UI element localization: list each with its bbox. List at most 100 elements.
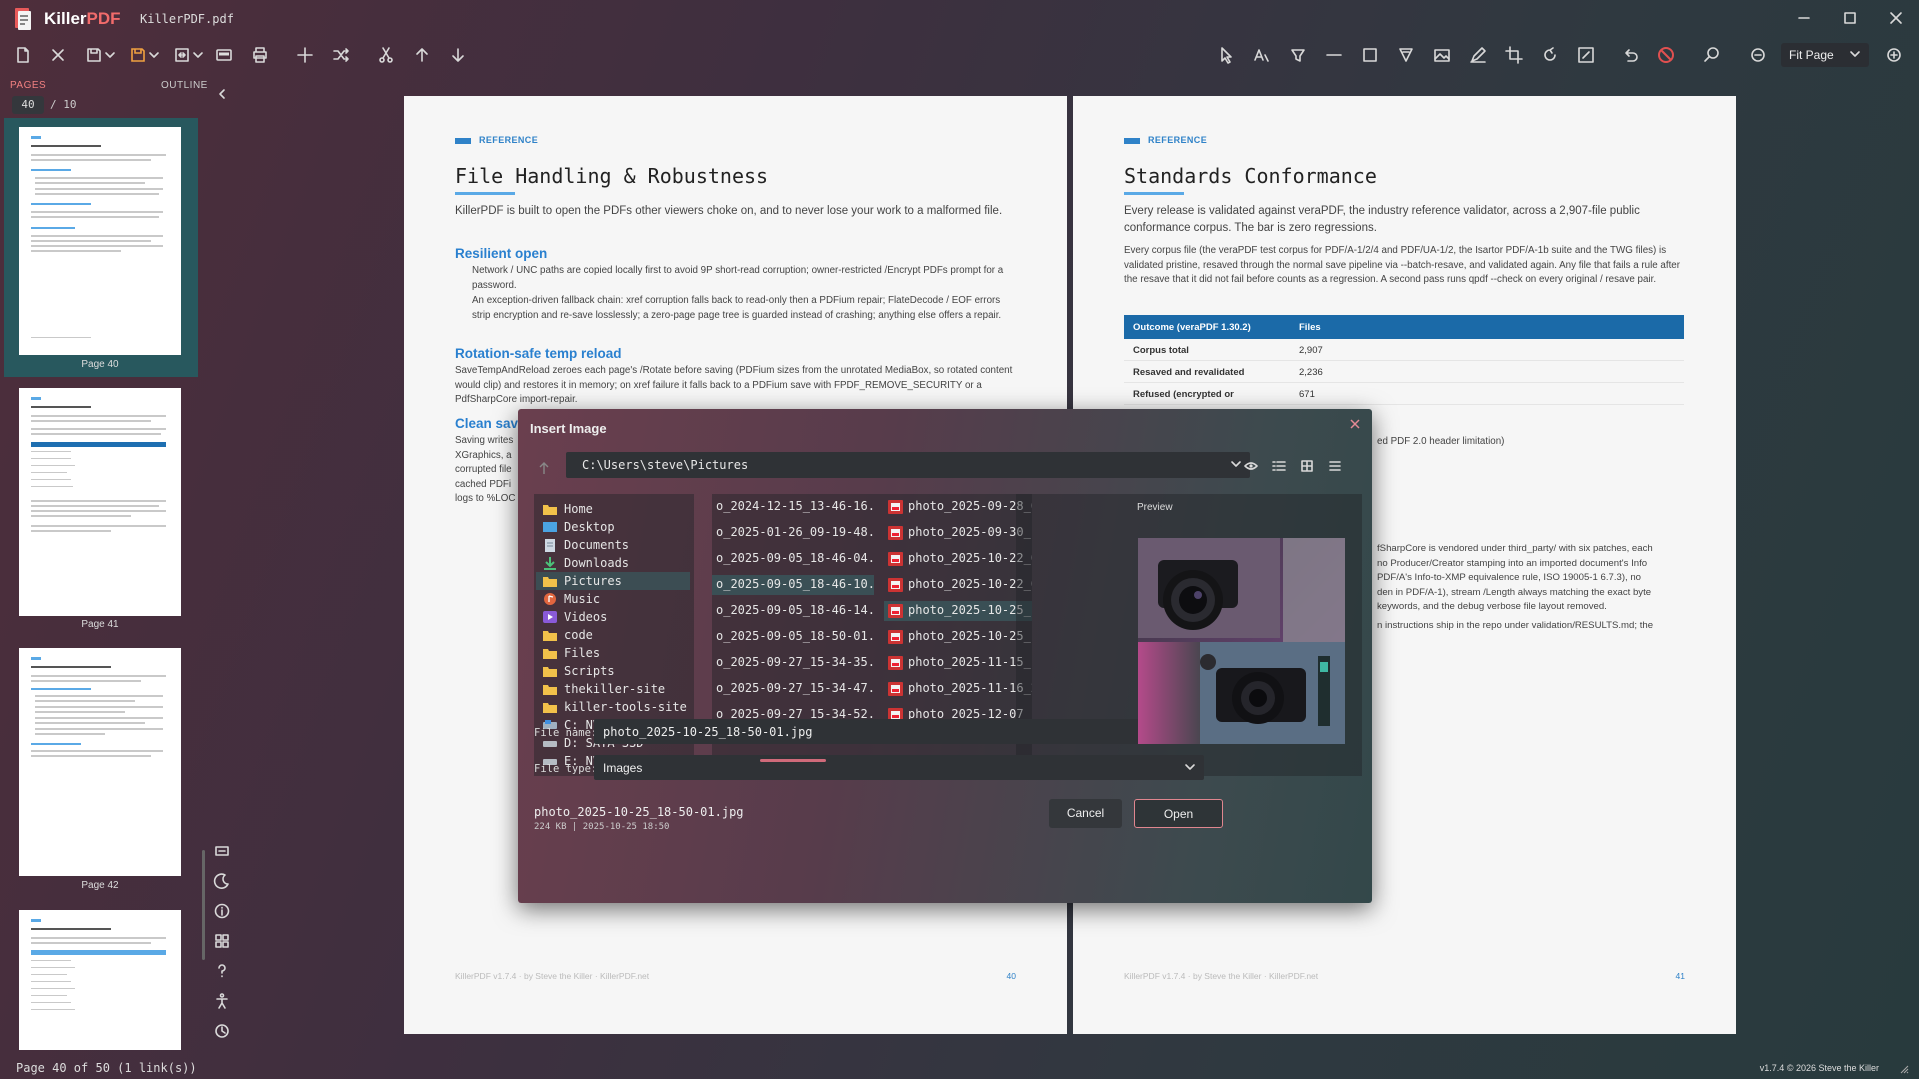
place-thekiller-site[interactable]: thekiller-site — [536, 680, 690, 698]
place-home[interactable]: Home — [536, 500, 690, 518]
place-desktop[interactable]: Desktop — [536, 518, 690, 536]
crop-icon[interactable] — [1504, 45, 1524, 65]
file-list-scrollbar[interactable] — [760, 759, 826, 762]
no-sign-icon[interactable] — [1656, 45, 1676, 65]
shuffle-icon[interactable] — [331, 45, 351, 65]
text-select-icon[interactable] — [1252, 45, 1272, 65]
file-item[interactable]: photo_2025-10-25_18-50-05.: — [884, 627, 1032, 647]
moon-icon[interactable] — [213, 872, 231, 890]
pen-icon[interactable] — [1468, 45, 1488, 65]
image-file-icon — [888, 552, 903, 566]
file-item[interactable]: photo_2025-10-22_07-38-33.: — [884, 549, 1032, 569]
thumbnail-label: Page 42 — [81, 880, 119, 891]
place-killer-tools-site[interactable]: killer-tools-site — [536, 698, 690, 716]
place-downloads[interactable]: Downloads — [536, 554, 690, 572]
list-view-icon[interactable] — [1328, 459, 1342, 473]
image-file-icon — [888, 630, 903, 644]
add-page-icon[interactable] — [295, 45, 315, 65]
documents-icon — [545, 539, 555, 552]
resize-grip-icon[interactable] — [1899, 1064, 1909, 1074]
file-item-selected[interactable]: photo_2025-10-25_18-50-01.: — [884, 601, 1032, 621]
place-files[interactable]: Files — [536, 644, 690, 662]
place-pictures[interactable]: Pictures — [536, 572, 690, 590]
redact-icon[interactable] — [1396, 45, 1416, 65]
grid-view-icon[interactable] — [1300, 459, 1314, 473]
up-folder-icon[interactable] — [538, 461, 550, 475]
highlight-icon[interactable] — [1288, 45, 1308, 65]
image-icon[interactable] — [1432, 45, 1452, 65]
lead-paragraph: Every release is validated against veraP… — [1124, 205, 1640, 234]
select-icon[interactable] — [1216, 45, 1236, 65]
file-item[interactable]: o_2025-01-26_09-19-48.: — [712, 523, 874, 543]
rotate-icon[interactable] — [1540, 45, 1560, 65]
save-icon[interactable] — [84, 45, 104, 65]
accessibility-icon[interactable] — [213, 992, 231, 1010]
help-icon[interactable] — [213, 962, 231, 980]
link-icon[interactable] — [213, 842, 231, 860]
page-thumbnail[interactable] — [19, 388, 181, 616]
page-thumbnail[interactable] — [19, 910, 181, 1050]
path-input[interactable]: C:\Users\steve\Pictures — [566, 452, 1250, 478]
new-document-icon[interactable] — [13, 45, 33, 65]
file-item[interactable]: photo_2025-11-15_10-26-54.: — [884, 653, 1032, 673]
file-item[interactable]: o_2025-09-27_15-34-35.: — [712, 653, 874, 673]
open-button[interactable]: Open — [1134, 799, 1223, 828]
move-up-icon[interactable] — [412, 45, 432, 65]
file-item[interactable]: o_2025-09-27_15-34-47.: — [712, 679, 874, 699]
place-scripts[interactable]: Scripts — [536, 662, 690, 680]
tab-outline[interactable]: OUTLINE — [161, 80, 208, 91]
chevron-down-icon — [1231, 461, 1241, 467]
save-as-icon[interactable] — [128, 45, 148, 65]
grid-icon[interactable] — [213, 932, 231, 950]
file-item[interactable]: o_2025-09-05_18-50-01.: — [712, 627, 874, 647]
history-icon[interactable] — [213, 1022, 231, 1040]
place-code[interactable]: code — [536, 626, 690, 644]
page-thumbnail[interactable] — [19, 127, 181, 355]
close-icon[interactable] — [1348, 417, 1362, 431]
place-music[interactable]: Music — [536, 590, 690, 608]
page-title: Standards Conformance — [1124, 164, 1377, 188]
search-icon[interactable] — [1702, 45, 1722, 65]
zoom-out-icon[interactable] — [1748, 45, 1768, 65]
page-thumbnail[interactable] — [19, 648, 181, 876]
move-down-icon[interactable] — [448, 45, 468, 65]
maximize-icon[interactable] — [1842, 10, 1858, 26]
close-icon[interactable] — [1888, 10, 1904, 26]
zoom-in-icon[interactable] — [1884, 45, 1904, 65]
file-item[interactable]: photo_2025-10-22_07-38-38.: — [884, 575, 1032, 595]
save-as-dropdown-icon[interactable] — [148, 45, 160, 65]
fit-width-icon[interactable] — [172, 45, 192, 65]
save-dropdown-icon[interactable] — [104, 45, 116, 65]
filename-input[interactable]: photo_2025-10-25_18-50-01.jpg — [594, 719, 1204, 744]
collapse-sidebar-icon[interactable] — [217, 88, 227, 100]
table-row: Corpus total 2,907 — [1124, 339, 1684, 361]
print-icon[interactable] — [250, 45, 270, 65]
file-item[interactable]: o_2025-09-05_18-46-04.: — [712, 549, 874, 569]
filetype-select[interactable]: Images — [594, 755, 1204, 780]
edit-icon[interactable] — [1576, 45, 1596, 65]
cancel-button[interactable]: Cancel — [1049, 799, 1122, 828]
details-view-icon[interactable] — [1272, 459, 1286, 473]
rectangle-icon[interactable] — [1360, 45, 1380, 65]
cut-icon[interactable] — [376, 45, 396, 65]
close-document-icon[interactable] — [48, 45, 68, 65]
eye-icon[interactable] — [1244, 459, 1258, 473]
place-videos[interactable]: Videos — [536, 608, 690, 626]
file-item[interactable]: o_2025-09-05_18-46-14.: — [712, 601, 874, 621]
file-item[interactable]: photo_2025-11-16_22-11-20.: — [884, 679, 1032, 699]
current-page-input[interactable]: 40 — [12, 96, 44, 114]
zoom-mode-select[interactable]: Fit Page — [1781, 43, 1869, 67]
file-item[interactable]: o_2025-09-05_18-46-10.: — [712, 575, 874, 595]
place-documents[interactable]: Documents — [536, 536, 690, 554]
tab-pages[interactable]: PAGES — [10, 80, 46, 91]
scan-icon[interactable] — [214, 45, 234, 65]
file-item[interactable]: o_2024-12-15_13-46-16.: — [712, 497, 874, 517]
undo-icon[interactable] — [1620, 45, 1640, 65]
sidebar-scrollbar[interactable] — [202, 850, 205, 960]
file-item[interactable]: photo_2025-09-28_01-42-56.: — [884, 497, 1032, 517]
fit-dropdown-icon[interactable] — [192, 45, 204, 65]
file-item[interactable]: photo_2025-09-30_19-22-45.: — [884, 523, 1032, 543]
minimize-icon[interactable] — [1796, 10, 1812, 26]
info-icon[interactable] — [213, 902, 231, 920]
line-icon[interactable] — [1324, 45, 1344, 65]
